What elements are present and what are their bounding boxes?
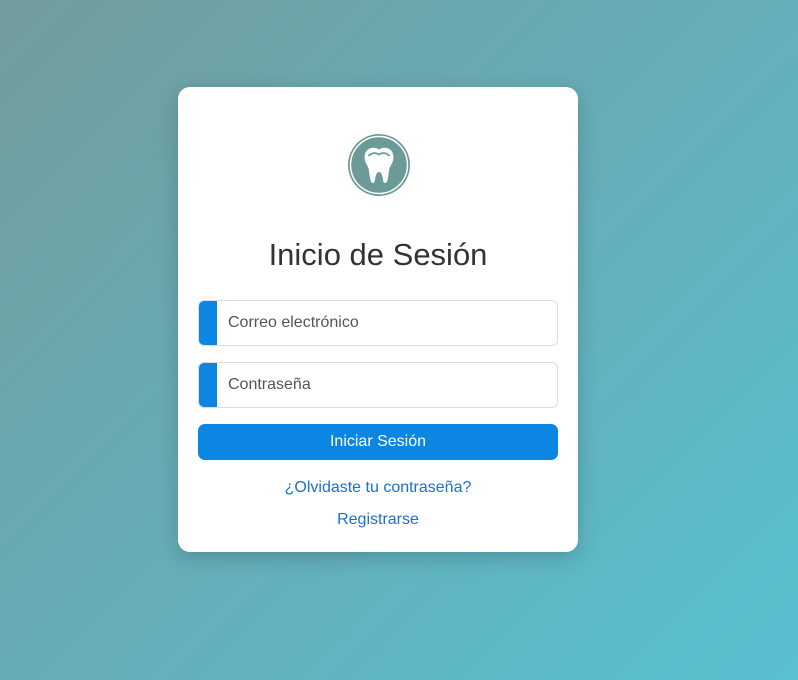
login-card: Inicio de Sesión Iniciar Sesión ¿Olvidas… [178,87,578,552]
email-input[interactable] [217,301,557,345]
register-link[interactable]: Registrarse [178,511,578,529]
email-field-accent [199,301,217,345]
page-title: Inicio de Sesión [268,237,488,272]
password-input[interactable] [217,363,557,407]
tooth-icon [349,135,409,195]
email-field[interactable] [198,300,558,346]
forgot-password-link[interactable]: ¿Olvidaste tu contraseña? [178,479,578,497]
password-field-accent [199,363,217,407]
dental-logo [348,134,410,196]
password-field[interactable] [198,362,558,408]
login-button[interactable]: Iniciar Sesión [198,424,558,460]
